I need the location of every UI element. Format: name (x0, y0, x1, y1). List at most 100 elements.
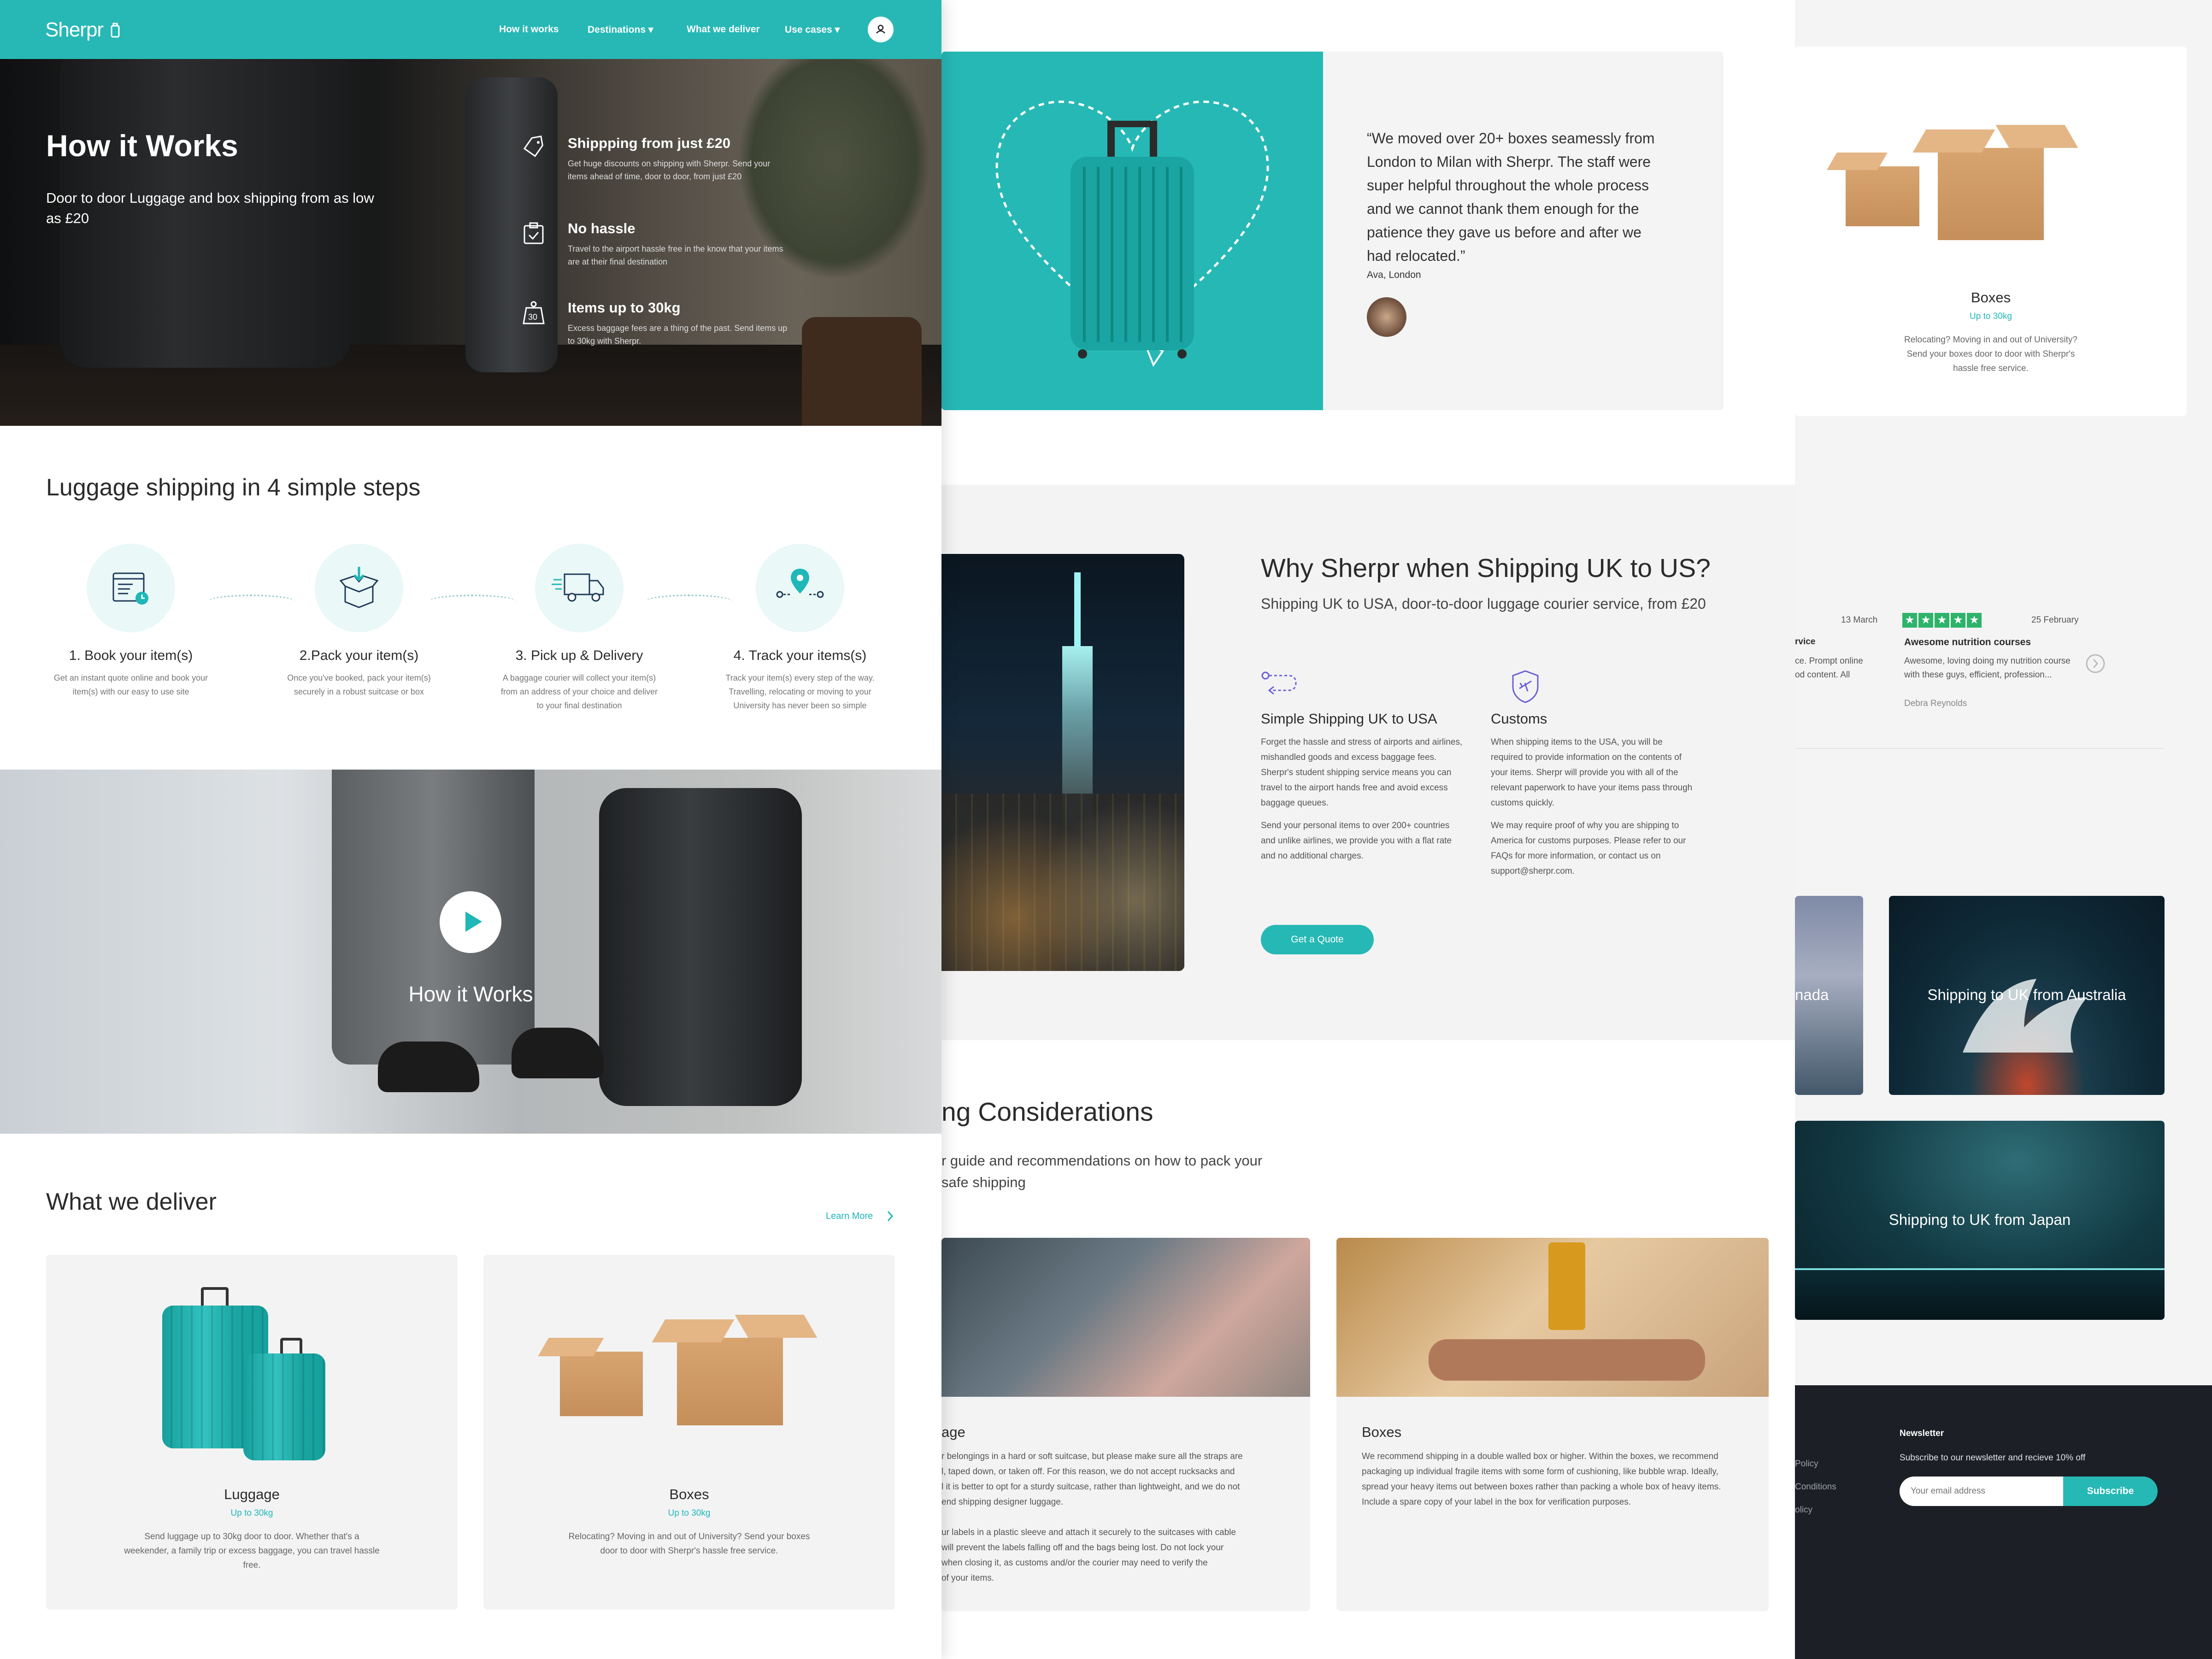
card-title: Boxes (1362, 1424, 1402, 1440)
review-title: rvice (1795, 637, 1816, 647)
play-video-button[interactable] (440, 891, 501, 953)
divider (1795, 748, 2164, 749)
packing-subtitle: r guide and recommendations on how to pa… (941, 1150, 1262, 1193)
footer-link-privacy[interactable]: Policy (1795, 1453, 1836, 1476)
step-book: 1. Book your item(s) Get an instant quot… (39, 544, 223, 699)
review-title: Awesome nutrition courses (1904, 637, 2031, 647)
hero-subtitle: Door to door Luggage and box shipping fr… (46, 190, 374, 226)
footer-links: Policy Conditions olicy (1795, 1453, 1836, 1522)
star-icon: ★ (1935, 613, 1949, 628)
testimonial-card: “We moved over 20+ boxes seamessly from … (941, 52, 1724, 410)
customs-column: Customs When shipping items to the USA, … (1491, 669, 1694, 879)
new-york-skyline-image (941, 554, 1184, 971)
card-weight-limit: Up to 30kg (230, 1508, 273, 1518)
boxes-card[interactable]: Boxes Up to 30kg Relocating? Moving in a… (483, 1255, 895, 1610)
why-subtitle: Shipping UK to USA, door-to-door luggage… (1261, 595, 1706, 612)
suitcases-image (46, 1255, 458, 1476)
hero-title: How it Works (46, 129, 238, 163)
step-text: Get an instant quote online and book you… (53, 673, 208, 696)
luggage-packing-card: age r belongings in a hard or soft suitc… (941, 1238, 1310, 1611)
learn-more-link[interactable]: Learn More (826, 1211, 873, 1222)
how-it-works-video[interactable]: How it Works (0, 770, 941, 1134)
how-it-works-page-panel: Sherpr How it works Destinations ▾ What … (0, 0, 941, 1659)
logo-luggage-icon (111, 23, 120, 38)
star-icon: ★ (1918, 613, 1933, 628)
sherpr-logo[interactable]: Sherpr (45, 18, 104, 41)
review-author: Debra Reynolds (1904, 699, 1967, 708)
booking-screen-icon (112, 572, 148, 605)
nav-use-cases[interactable]: Use cases ▾ (785, 24, 840, 35)
card-weight-limit: Up to 30kg (1970, 312, 2012, 321)
card-text-line: l, taped down, or taken off. For this re… (941, 1467, 1235, 1477)
svg-text:30: 30 (528, 312, 537, 322)
packing-suitcase-image (941, 1238, 1310, 1397)
rainbow-bridge-image (1795, 1268, 2165, 1320)
review-text-line: ce. Prompt online (1795, 656, 1863, 666)
step-text: Track your item(s) every step of the way… (725, 673, 875, 710)
card-text-line: ur labels in a plastic sleeve and attach… (941, 1528, 1236, 1537)
nav-what-we-deliver[interactable]: What we deliver (687, 24, 760, 35)
footer-link-cookie[interactable]: olicy (1795, 1499, 1836, 1522)
footer-link-terms[interactable]: Conditions (1795, 1476, 1836, 1499)
card-title: age (941, 1424, 965, 1440)
author-avatar (1367, 297, 1406, 337)
open-box-icon (339, 567, 379, 608)
testimonial-illustration (941, 52, 1323, 410)
packing-subtitle-line-2: safe shipping (941, 1174, 1026, 1190)
step-pack: 2.Pack your item(s) Once you've booked, … (267, 544, 451, 699)
nav-destinations[interactable]: Destinations ▾ (588, 24, 653, 35)
card-title: Boxes (669, 1486, 709, 1502)
card-text-line: end shipping designer luggage. (941, 1497, 1064, 1507)
destination-canada-card[interactable]: nada (1795, 896, 1863, 1095)
cardboard-boxes-image (483, 1255, 895, 1476)
shoe-image (378, 1041, 479, 1092)
footer: Policy Conditions olicy Newsletter Subsc… (1795, 1385, 2212, 1659)
card-text-line: l it is better to opt for a sturdy suitc… (941, 1482, 1240, 1492)
step-pickup: 3. Pick up & Delivery A baggage courier … (487, 544, 671, 712)
top-navigation-bar: Sherpr How it works Destinations ▾ What … (0, 0, 941, 59)
weight-30-icon: 30 (523, 301, 545, 324)
review-text: ce. Prompt online od content. All (1795, 654, 1863, 682)
column-title: Customs (1491, 711, 1547, 727)
star-icon: ★ (1902, 613, 1917, 628)
destination-label: Shipping to UK from Japan (1888, 1211, 2071, 1228)
review-date: 13 March (1841, 615, 1878, 625)
next-review-arrow-icon[interactable] (2085, 653, 2106, 674)
step-text: A baggage courier will collect your item… (500, 673, 658, 710)
shoe-image-2 (512, 1028, 604, 1078)
boxes-card[interactable]: Boxes Up to 30kg Relocating? Moving in a… (1795, 47, 2187, 416)
destination-japan-card[interactable]: Shipping to UK from Japan (1795, 1121, 2165, 1320)
card-text: Relocating? Moving in and out of Univers… (568, 1532, 810, 1556)
location-pin-icon (776, 569, 824, 598)
chevron-right-icon[interactable] (887, 1210, 894, 1222)
account-button[interactable] (868, 17, 894, 42)
card-text: Relocating? Moving in and out of Univers… (1904, 335, 2077, 373)
shield-plane-icon (1512, 670, 1539, 703)
card-text-line: r belongings in a hard or soft suitcase,… (941, 1452, 1243, 1461)
subscribe-button[interactable]: Subscribe (2063, 1477, 2158, 1506)
steps-heading: Luggage shipping in 4 simple steps (46, 474, 421, 501)
newsletter-title: Newsletter (1900, 1429, 1944, 1438)
testimonial-author: Ava, London (1367, 270, 1421, 280)
step-track: 4. Track your items(s) Track your item(s… (708, 544, 892, 712)
hero-overlay (0, 59, 941, 426)
card-title: Boxes (1971, 289, 2011, 306)
card-text: We recommend shipping in a double walled… (1362, 1452, 1721, 1507)
get-a-quote-button[interactable]: Get a Quote (1261, 925, 1374, 954)
column-text-2: We may require proof of why you are ship… (1491, 821, 1686, 876)
step-title: 3. Pick up & Delivery (515, 648, 643, 663)
destination-australia-card[interactable]: Shipping to UK from Australia (1889, 896, 2165, 1095)
taping-box-image (1336, 1238, 1769, 1397)
column-title: Simple Shipping UK to USA (1261, 711, 1437, 727)
why-title: Why Sherpr when Shipping UK to US? (1261, 553, 1711, 583)
user-icon (876, 24, 885, 34)
cardboard-boxes-image (1795, 47, 2187, 268)
card-text-line: when closing it, as customs and/or the c… (941, 1558, 1208, 1568)
nav-how-it-works[interactable]: How it works (499, 24, 559, 35)
luggage-card[interactable]: Luggage Up to 30kg Send luggage up to 30… (46, 1255, 458, 1610)
deliver-heading: What we deliver (46, 1188, 217, 1215)
feature-title: Items up to 30kg (568, 300, 681, 316)
boxes-packing-card: Boxes We recommend shipping in a double … (1336, 1238, 1769, 1611)
trustpilot-stars: ★ ★ ★ ★ ★ (1902, 613, 1982, 628)
newsletter-email-input[interactable] (1900, 1477, 2063, 1506)
